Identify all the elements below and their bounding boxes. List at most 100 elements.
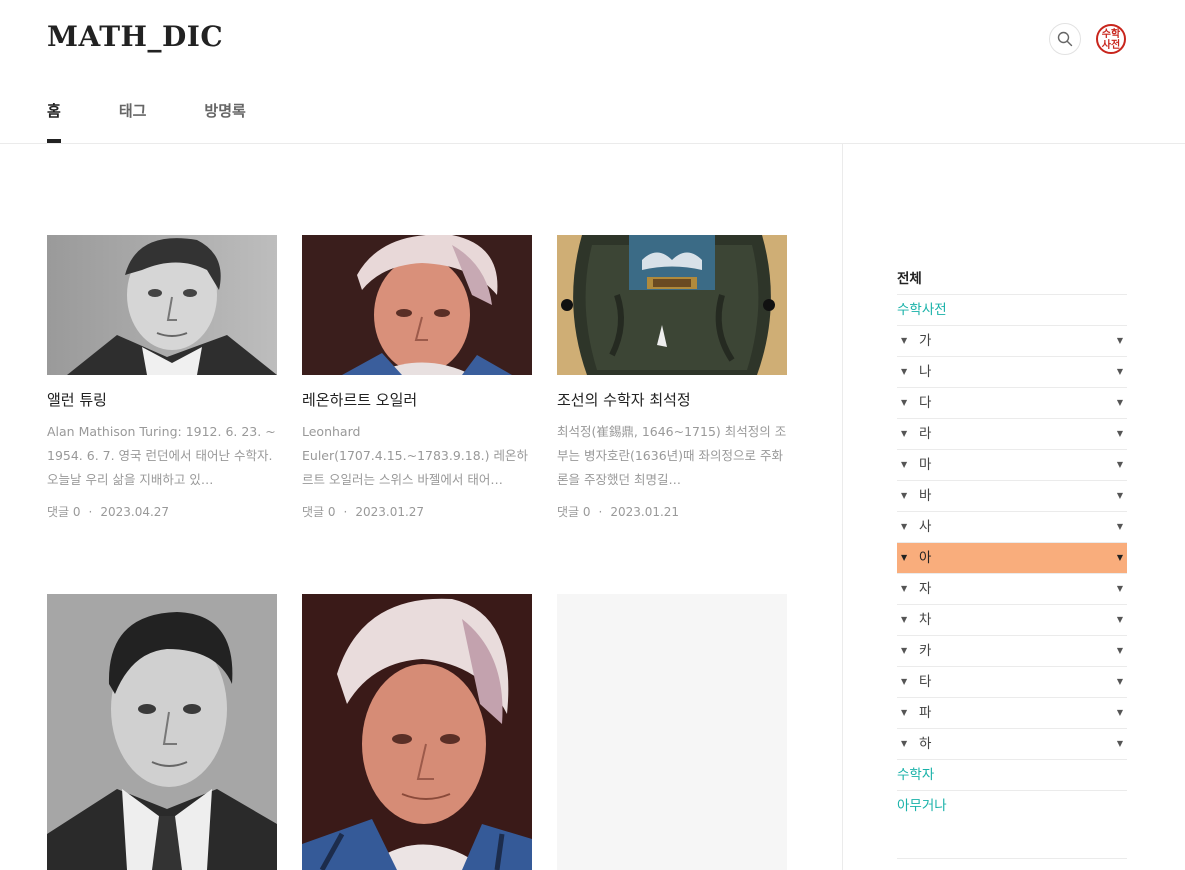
post-summary: Alan Mathison Turing: 1912. 6. 23. ~ 195… (47, 424, 276, 487)
subcategory-ba[interactable]: ▼ 바 ▼ (897, 481, 1127, 512)
caret-down-icon[interactable]: ▼ (1117, 481, 1123, 511)
subcategory-label: 타 (919, 674, 932, 690)
category-math-dictionary[interactable]: 수학사전 (897, 295, 1127, 326)
caret-down-icon[interactable]: ▼ (1117, 326, 1123, 356)
category-all[interactable]: 전체 (897, 264, 1127, 295)
site-title[interactable]: MATH_DIC (47, 20, 223, 53)
main-nav: 홈 태그 방명록 (47, 100, 304, 143)
sidebar-divider (842, 144, 843, 870)
subcategory-a-highlighted[interactable]: ▼ 아 ▼ (897, 543, 1127, 574)
caret-down-icon: ▼ (901, 429, 908, 438)
search-button[interactable] (1049, 23, 1081, 55)
sidebar-bottom-divider (897, 858, 1127, 859)
post-thumbnail-turing-portrait[interactable] (47, 594, 277, 870)
nav-guestbook[interactable]: 방명록 (204, 100, 245, 143)
profile-avatar[interactable]: 수학 사전 (1096, 24, 1126, 54)
subcategory-ta[interactable]: ▼ 타 ▼ (897, 667, 1127, 698)
caret-down-icon: ▼ (901, 615, 908, 624)
subcategory-label: 사 (919, 519, 932, 535)
caret-down-icon[interactable]: ▼ (1117, 574, 1123, 604)
post-card[interactable]: 조선의 수학자 최석정 최석정(崔錫鼎, 1646~1715) 최석정의 조부는… (557, 235, 787, 520)
subcategory-label: 마 (919, 457, 932, 473)
category-misc[interactable]: 아무거나 (897, 791, 1127, 822)
subcategory-ra[interactable]: ▼ 라 ▼ (897, 419, 1127, 450)
post-card[interactable] (47, 594, 277, 870)
post-thumbnail-euler[interactable] (302, 235, 532, 375)
post-title[interactable]: 조선의 수학자 최석정 (557, 389, 787, 410)
subcategory-cha[interactable]: ▼ 차 ▼ (897, 605, 1127, 636)
post-meta: 댓글 0 · 2023.01.21 (557, 505, 680, 519)
subcategory-ha[interactable]: ▼ 하 ▼ (897, 729, 1127, 760)
subcategory-label: 자 (919, 581, 932, 597)
caret-down-icon[interactable]: ▼ (1117, 605, 1123, 635)
post-thumbnail-choi[interactable] (557, 235, 787, 375)
caret-down-icon: ▼ (901, 522, 908, 531)
caret-down-icon[interactable]: ▼ (1117, 636, 1123, 666)
post-date: 2023.04.27 (100, 505, 170, 519)
caret-down-icon: ▼ (901, 336, 908, 345)
subcategory-label: 가 (919, 333, 932, 349)
post-meta: 댓글 0 · 2023.01.27 (302, 505, 425, 519)
post-summary: Leonhard Euler(1707.4.15.~1783.9.18.) 레온… (302, 424, 529, 487)
caret-down-icon[interactable]: ▼ (1117, 667, 1123, 697)
post-card[interactable]: 레온하르트 오일러 Leonhard Euler(1707.4.15.~1783… (302, 235, 532, 520)
caret-down-icon: ▼ (901, 646, 908, 655)
header-divider (0, 143, 1185, 144)
post-meta: 댓글 0 · 2023.04.27 (47, 505, 170, 519)
caret-down-icon: ▼ (901, 460, 908, 469)
caret-down-icon[interactable]: ▼ (1117, 543, 1123, 573)
post-card[interactable]: 앨런 튜링 Alan Mathison Turing: 1912. 6. 23.… (47, 235, 277, 520)
subcategory-ja[interactable]: ▼ 자 ▼ (897, 574, 1127, 605)
post-thumbnail-euler-portrait[interactable] (302, 594, 532, 870)
profile-seal-line-1: 수학 (1101, 29, 1121, 40)
subcategory-label: 카 (919, 643, 932, 659)
post-comments: 댓글 0 (47, 505, 81, 519)
subcategory-label: 다 (919, 395, 932, 411)
subcategory-ga[interactable]: ▼ 가 ▼ (897, 326, 1127, 357)
subcategory-label: 파 (919, 705, 932, 721)
caret-down-icon: ▼ (901, 367, 908, 376)
category-sidebar: 전체 수학사전 ▼ 가 ▼ ▼ 나 ▼ ▼ 다 ▼ ▼ 라 ▼ ▼ 마 ▼ ▼ 바 ▼ ▼ 사 ▼ ▼ 아 ▼ … (897, 264, 1127, 822)
caret-down-icon[interactable]: ▼ (1117, 388, 1123, 418)
subcategory-ma[interactable]: ▼ 마 ▼ (897, 450, 1127, 481)
post-title[interactable]: 앨런 튜링 (47, 389, 277, 410)
subcategory-da[interactable]: ▼ 다 ▼ (897, 388, 1127, 419)
category-mathematicians[interactable]: 수학자 (897, 760, 1127, 791)
subcategory-label: 나 (919, 364, 932, 380)
subcategory-pa[interactable]: ▼ 파 ▼ (897, 698, 1127, 729)
caret-down-icon: ▼ (901, 708, 908, 717)
caret-down-icon: ▼ (901, 398, 908, 407)
caret-down-icon[interactable]: ▼ (1117, 698, 1123, 728)
post-comments: 댓글 0 (302, 505, 336, 519)
profile-seal-line-2: 사전 (1101, 40, 1121, 51)
post-thumbnail-empty[interactable] (557, 594, 787, 870)
subcategory-label: 차 (919, 612, 932, 628)
post-card[interactable] (302, 594, 532, 870)
nav-tags[interactable]: 태그 (119, 100, 147, 143)
post-summary: 최석정(崔錫鼎, 1646~1715) 최석정의 조부는 병자호란(1636년)… (557, 424, 787, 487)
caret-down-icon[interactable]: ▼ (1117, 450, 1123, 480)
post-thumbnail-turing[interactable] (47, 235, 277, 375)
caret-down-icon: ▼ (901, 491, 908, 500)
subcategory-label: 하 (919, 736, 932, 752)
post-date: 2023.01.21 (610, 505, 680, 519)
post-date: 2023.01.27 (355, 505, 425, 519)
post-card[interactable] (557, 594, 787, 870)
search-icon (1057, 31, 1073, 47)
post-comments: 댓글 0 (557, 505, 591, 519)
caret-down-icon[interactable]: ▼ (1117, 419, 1123, 449)
subcategory-ka[interactable]: ▼ 카 ▼ (897, 636, 1127, 667)
post-title[interactable]: 레온하르트 오일러 (302, 389, 532, 410)
caret-down-icon: ▼ (901, 677, 908, 686)
caret-down-icon[interactable]: ▼ (1117, 357, 1123, 387)
subcategory-na[interactable]: ▼ 나 ▼ (897, 357, 1127, 388)
caret-down-icon[interactable]: ▼ (1117, 729, 1123, 759)
caret-down-icon: ▼ (901, 584, 908, 593)
subcategory-label: 라 (919, 426, 932, 442)
subcategory-label: 바 (919, 488, 932, 504)
subcategory-sa[interactable]: ▼ 사 ▼ (897, 512, 1127, 543)
caret-down-icon: ▼ (901, 553, 908, 562)
nav-home[interactable]: 홈 (47, 100, 61, 143)
caret-down-icon[interactable]: ▼ (1117, 512, 1123, 542)
caret-down-icon: ▼ (901, 739, 908, 748)
